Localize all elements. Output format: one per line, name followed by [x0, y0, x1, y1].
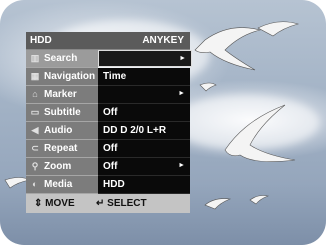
- menu-item-media[interactable]: ◐ Media HDD: [26, 176, 190, 194]
- select-hint: ↵ SELECT: [96, 198, 147, 209]
- menu-item-subtitle[interactable]: ▭ Subtitle Off: [26, 104, 190, 122]
- menu-item-marker[interactable]: ⌂ Marker ►: [26, 86, 190, 104]
- subtitle-icon: ▭: [30, 107, 40, 117]
- menu-item-value: Off: [103, 143, 118, 154]
- menu-item-label: Subtitle: [44, 107, 81, 118]
- submenu-arrow-icon: ►: [178, 162, 185, 169]
- move-hint: ⇕ MOVE: [34, 198, 75, 209]
- move-label: MOVE: [45, 198, 75, 209]
- menu-item-label: Repeat: [44, 143, 78, 154]
- menu-item-search[interactable]: ▥ Search ►: [26, 50, 192, 68]
- repeat-icon: ⊂: [31, 143, 39, 153]
- marker-icon: ⌂: [32, 89, 38, 99]
- menu-item-value: Off: [103, 107, 118, 118]
- menu-item-value: HDD: [103, 179, 125, 190]
- menu-item-value: DD D 2/0 L+R: [103, 125, 167, 136]
- enter-icon: ↵: [96, 198, 105, 209]
- menu-item-label: Search: [44, 53, 78, 64]
- menu-item-label: Media: [44, 179, 73, 190]
- search-icon: ▥: [30, 53, 40, 63]
- menu-item-value: Time: [103, 71, 127, 82]
- source-label: HDD: [30, 35, 52, 46]
- menu-rows: ▥ Search ► ▦ Navigation Time ⌂ Marker ► ▭ Su…: [26, 50, 192, 194]
- menu-item-navigation[interactable]: ▦ Navigation Time: [26, 68, 190, 86]
- submenu-arrow-icon: ►: [179, 55, 186, 62]
- media-icon: ◐: [32, 179, 38, 189]
- menu-footer: ⇕ MOVE ↵ SELECT: [26, 194, 190, 213]
- anykey-label: ANYKEY: [142, 35, 184, 46]
- tv-screen-background: HDD ANYKEY ▥ Search ► ▦ Navigation Time ⌂ M…: [0, 0, 326, 245]
- disc-info-menu: HDD ANYKEY ▥ Search ► ▦ Navigation Time ⌂ M…: [26, 32, 192, 219]
- menu-item-label: Audio: [44, 125, 73, 136]
- menu-item-label: Zoom: [44, 161, 72, 172]
- menu-item-label: Marker: [44, 89, 77, 100]
- menu-item-label: Navigation: [44, 71, 96, 82]
- menu-item-value: Off: [103, 161, 118, 172]
- navigation-icon: ▦: [30, 71, 40, 81]
- menu-header: HDD ANYKEY: [26, 32, 190, 50]
- menu-item-audio[interactable]: ◀ Audio DD D 2/0 L+R: [26, 122, 190, 140]
- menu-item-zoom[interactable]: ⚲ Zoom Off ►: [26, 158, 190, 176]
- zoom-icon: ⚲: [31, 161, 39, 171]
- submenu-arrow-icon: ►: [178, 90, 185, 97]
- select-label: SELECT: [107, 198, 147, 209]
- audio-icon: ◀: [31, 125, 39, 135]
- updown-arrows-icon: ⇕: [34, 198, 43, 209]
- menu-item-repeat[interactable]: ⊂ Repeat Off: [26, 140, 190, 158]
